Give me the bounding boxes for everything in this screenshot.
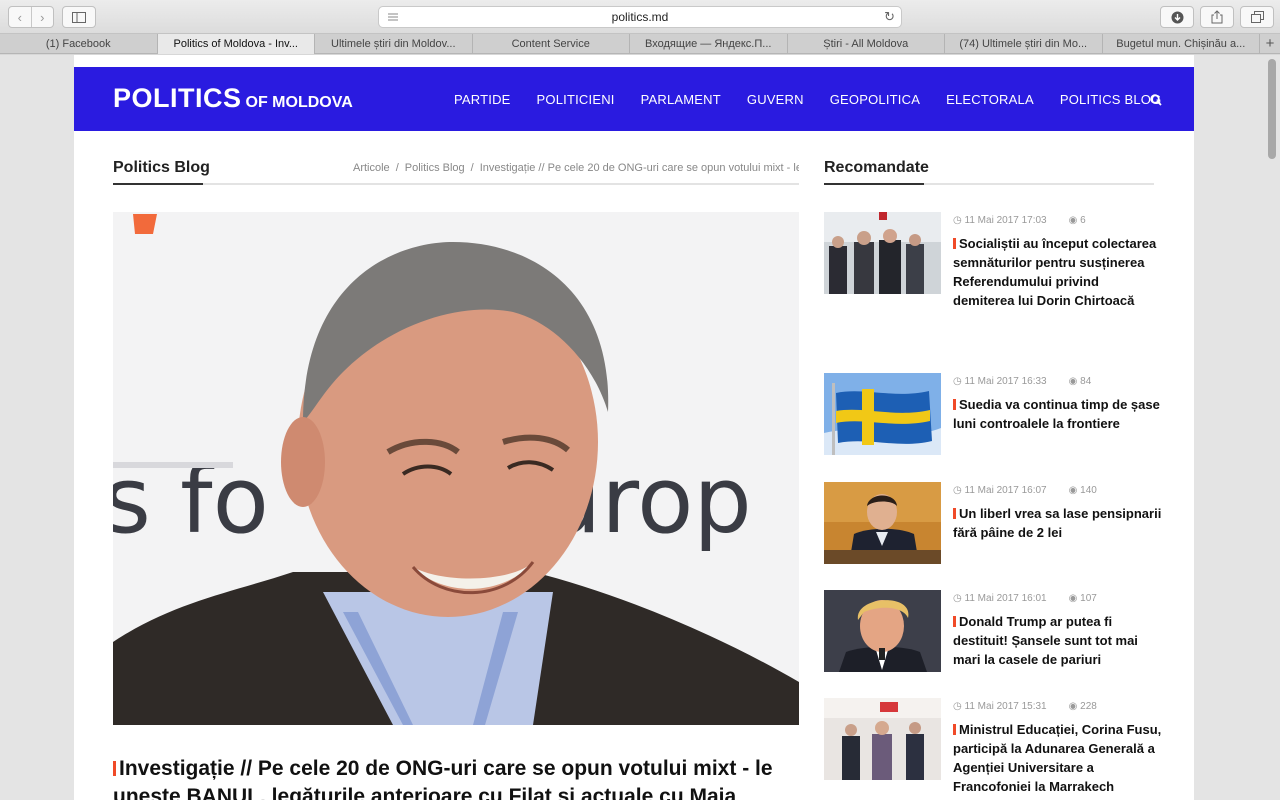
breadcrumb-item-politics-blog[interactable]: Politics Blog (405, 162, 465, 174)
recommended-headline[interactable]: Donald Trump ar putea fi destituit! Șans… (953, 612, 1163, 669)
url-text: politics.md (611, 10, 669, 24)
site-header: POLITICS OF MOLDOVA PARTIDE POLITICIENI P… (74, 67, 1194, 131)
headline-accent-mark (953, 238, 956, 249)
logo-main-text: POLITICS (113, 83, 242, 113)
browser-toolbar: ‹ › politics.md ↻ (0, 0, 1280, 34)
breadcrumb-current: Investigație // Pe cele 20 de ONG-uri ca… (479, 162, 799, 174)
headline-accent-mark (953, 508, 956, 519)
headline-text: Socialiștii au început colectarea semnăt… (953, 236, 1157, 308)
headline-accent-mark (953, 616, 956, 627)
breadcrumb-separator: / (470, 162, 474, 174)
downloads-button[interactable] (1160, 6, 1194, 28)
recommended-title: Recomandate (824, 159, 929, 176)
recommended-headline[interactable]: Un liberl vrea sa lase pensipnarii fără … (953, 504, 1163, 542)
headline-text: Un liberl vrea sa lase pensipnarii fără … (953, 506, 1162, 540)
nav-item-guvern[interactable]: GUVERN (747, 92, 804, 107)
breadcrumb: Articole / Politics Blog / Investigație // P… (353, 162, 799, 174)
logo-sub-text: OF MOLDOVA (245, 94, 353, 111)
download-icon (1171, 11, 1183, 23)
search-icon[interactable] (1150, 94, 1162, 106)
browser-tab-active[interactable]: Politics of Moldova - Inv... (157, 34, 315, 54)
browser-tab[interactable]: Știri - All Moldova (788, 34, 945, 54)
page-scrollbar[interactable] (1268, 59, 1276, 159)
recommended-thumbnail[interactable] (824, 590, 941, 672)
tab-bar: (1) Facebook Politics of Moldova - Inv..… (0, 34, 1280, 54)
main-nav: PARTIDE POLITICIENI PARLAMENT GUVERN GEO… (454, 67, 1161, 131)
share-button[interactable] (1200, 6, 1234, 28)
page-content: POLITICS OF MOLDOVA PARTIDE POLITICIENI P… (74, 55, 1194, 800)
page-viewport: POLITICS OF MOLDOVA PARTIDE POLITICIENI P… (0, 55, 1280, 800)
browser-tab[interactable]: Ultimele știri din Moldov... (315, 34, 473, 54)
breadcrumb-separator: / (395, 162, 399, 174)
reload-icon[interactable]: ↻ (884, 9, 895, 25)
tabs-overview-icon (1250, 11, 1264, 23)
history-nav: ‹ › (8, 6, 54, 28)
recommended-divider (824, 183, 1154, 185)
article-hero-image: s fo urop (113, 212, 799, 725)
sidebar-icon (72, 11, 86, 23)
forward-button[interactable]: › (30, 7, 54, 27)
post-date: 11 Mai 2017 17:03 (964, 215, 1047, 226)
recommended-meta: ◷ 11 Mai 2017 15:31 ◉ 228 (953, 701, 1097, 712)
title-accent-mark (113, 761, 116, 776)
nav-item-geopolitica[interactable]: GEOPOLITICA (830, 92, 920, 107)
portrait-illustration: s fo urop (113, 212, 799, 725)
recommended-meta: ◷ 11 Mai 2017 16:33 ◉ 84 (953, 376, 1092, 387)
recommended-thumbnail[interactable] (824, 698, 941, 780)
recommended-thumbnail[interactable] (824, 482, 941, 564)
view-count: 140 (1080, 485, 1097, 496)
recommended-meta: ◷ 11 Mai 2017 17:03 ◉ 6 (953, 215, 1086, 226)
recommended-thumbnail[interactable] (824, 373, 941, 455)
browser-tab[interactable]: (1) Facebook (0, 34, 158, 54)
recommended-meta: ◷ 11 Mai 2017 16:01 ◉ 107 (953, 593, 1097, 604)
recommended-thumbnail[interactable] (824, 212, 941, 294)
headline-text: Suedia va continua timp de șase luni con… (953, 397, 1160, 431)
post-date: 11 Mai 2017 16:01 (964, 593, 1047, 604)
article-title[interactable]: Investigație // Pe cele 20 de ONG-uri ca… (113, 755, 803, 800)
browser-tab[interactable]: Входящие — Яндекс.П... (630, 34, 788, 54)
headline-accent-mark (953, 399, 956, 410)
browser-tab[interactable]: Bugetul mun. Chișinău a... (1103, 34, 1260, 54)
back-button[interactable]: ‹ (9, 7, 31, 27)
breadcrumb-item-articole[interactable]: Articole (353, 162, 390, 174)
section-divider-accent (113, 183, 203, 185)
browser-tab[interactable]: (74) Ultimele știri din Mo... (945, 34, 1103, 54)
show-tabs-button[interactable] (1240, 6, 1274, 28)
nav-item-politicieni[interactable]: POLITICIENI (537, 92, 615, 107)
nav-item-partide[interactable]: PARTIDE (454, 92, 511, 107)
new-tab-button[interactable]: + (1260, 34, 1280, 53)
recommended-headline[interactable]: Socialiștii au început colectarea semnăt… (953, 234, 1163, 310)
recommended-headline[interactable]: Ministrul Educației, Corina Fusu, partic… (953, 720, 1163, 796)
headline-accent-mark (953, 724, 956, 735)
recommended-headline[interactable]: Suedia va continua timp de șase luni con… (953, 395, 1163, 433)
nav-item-politics-blog[interactable]: POLITICS BLOG (1060, 92, 1162, 107)
address-bar[interactable]: politics.md ↻ (378, 6, 902, 28)
view-count: 6 (1080, 215, 1086, 226)
view-count: 228 (1080, 701, 1097, 712)
recommended-meta: ◷ 11 Mai 2017 16:07 ◉ 140 (953, 485, 1097, 496)
sidebar-toggle-button[interactable] (62, 6, 96, 28)
share-icon (1211, 10, 1223, 24)
nav-item-parlament[interactable]: PARLAMENT (641, 92, 721, 107)
post-date: 11 Mai 2017 16:07 (964, 485, 1047, 496)
browser-tab[interactable]: Content Service (473, 34, 630, 54)
site-logo[interactable]: POLITICS OF MOLDOVA (113, 83, 353, 114)
headline-text: Donald Trump ar putea fi destituit! Șans… (953, 614, 1138, 667)
view-count: 107 (1080, 593, 1097, 604)
headline-text: Ministrul Educației, Corina Fusu, partic… (953, 722, 1162, 794)
recommended-divider-accent (824, 183, 924, 185)
post-date: 11 Mai 2017 16:33 (964, 376, 1047, 387)
view-count: 84 (1080, 376, 1092, 387)
post-date: 11 Mai 2017 15:31 (964, 701, 1047, 712)
section-title: Politics Blog (113, 159, 210, 176)
section-divider (113, 183, 799, 185)
article-title-text: Investigație // Pe cele 20 de ONG-uri ca… (113, 757, 773, 800)
nav-item-electorala[interactable]: ELECTORALA (946, 92, 1034, 107)
